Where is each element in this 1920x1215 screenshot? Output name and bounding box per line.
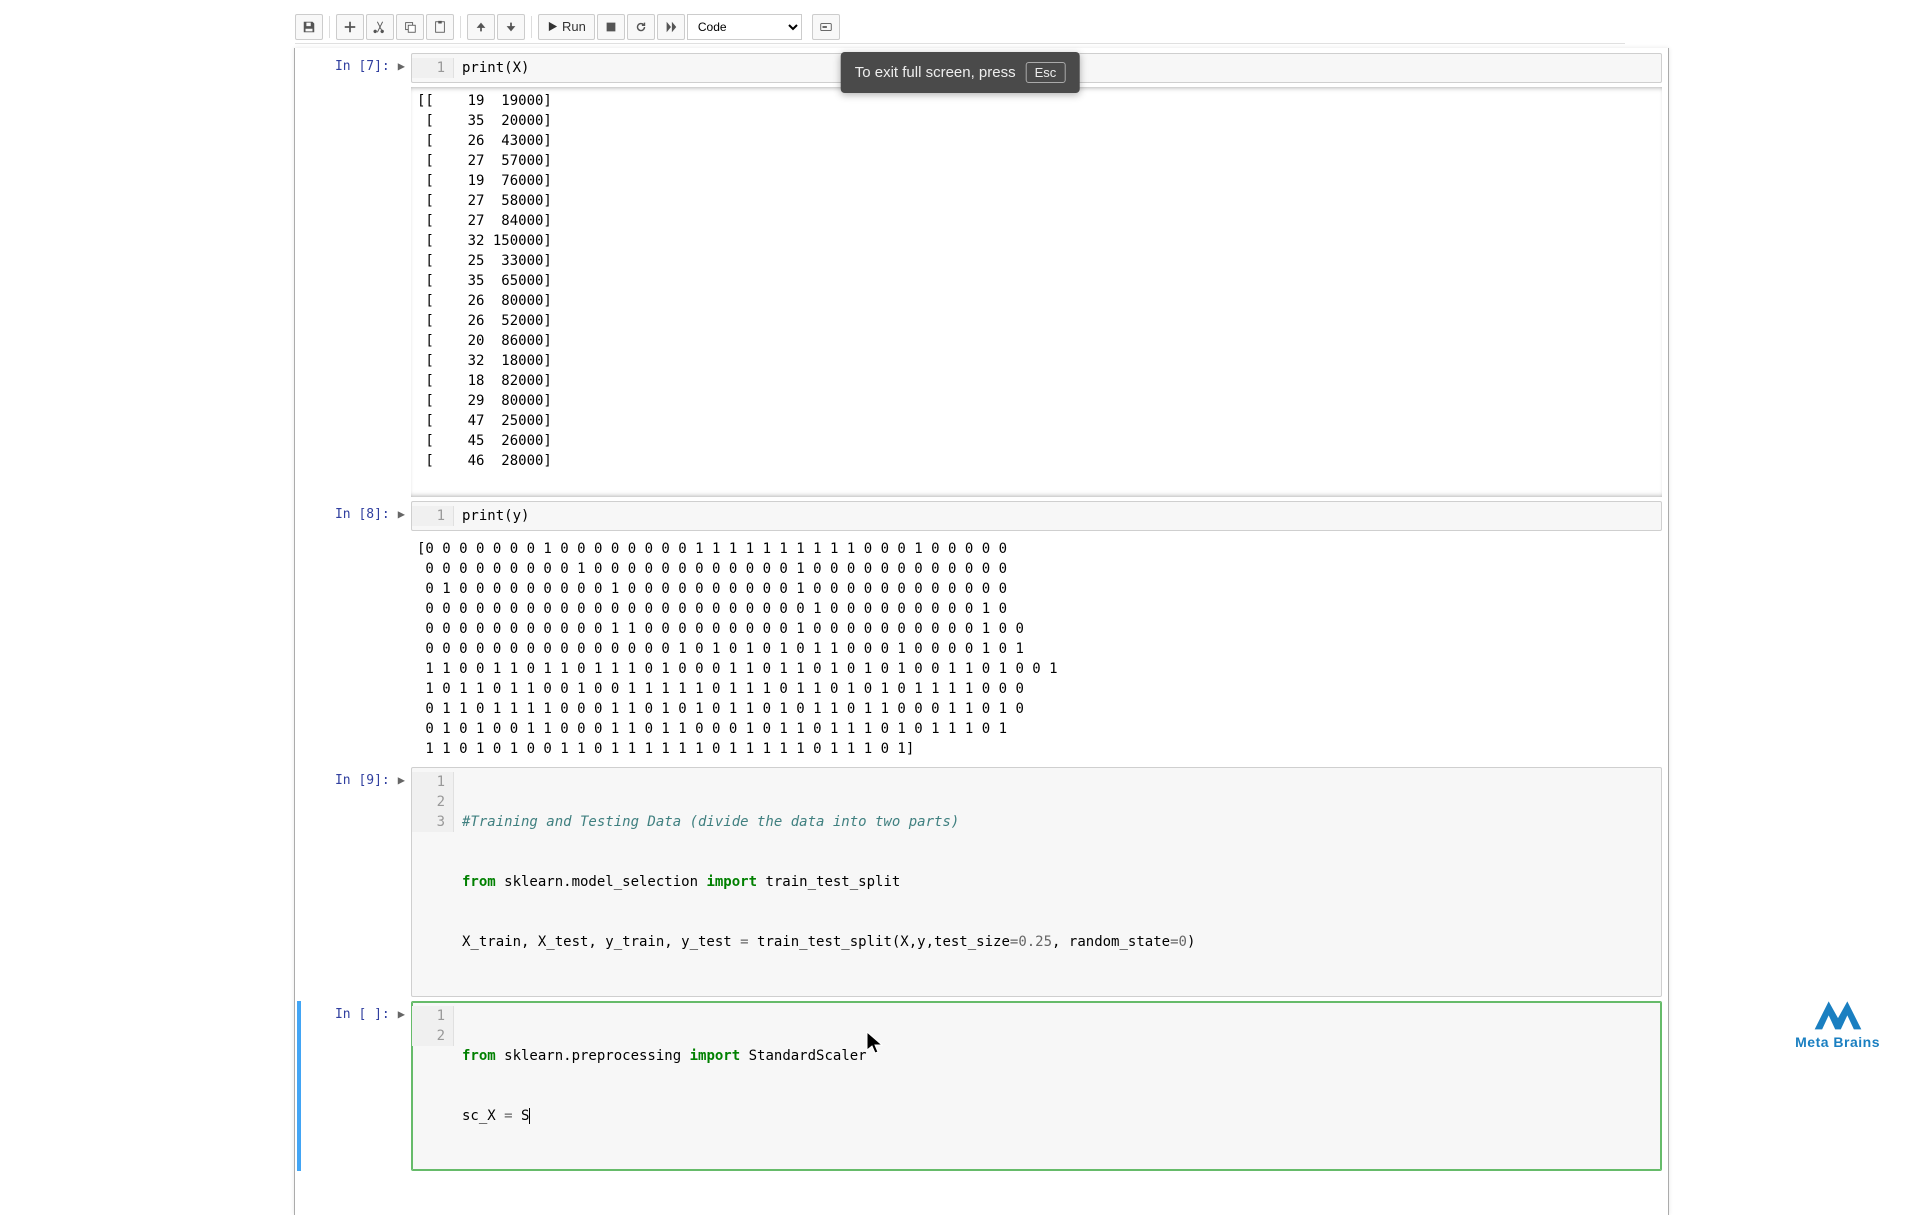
mouse-cursor-icon: [865, 1030, 885, 1059]
cell-prompt: In [8]:▶: [301, 501, 411, 522]
esc-key: Esc: [1026, 62, 1066, 83]
celltype-select[interactable]: Code: [687, 14, 802, 40]
code-cell[interactable]: In [9]:▶ 1 2 3 #Training and Testing Dat…: [301, 767, 1662, 997]
code-input[interactable]: 1 2 3 #Training and Testing Data (divide…: [411, 767, 1662, 997]
output-cell: . [0 0 0 0 0 0 0 1 0 0 0 0 0 0 0 0 1 1 1…: [301, 535, 1662, 763]
meta-brains-logo: Meta Brains: [1795, 992, 1880, 1050]
code-cell-active[interactable]: In [ ]:▶ 1 2 from sklearn.preprocessing …: [297, 1001, 1662, 1171]
save-button[interactable]: [295, 14, 323, 40]
command-palette-button[interactable]: [812, 14, 840, 40]
paste-cell-button[interactable]: [426, 14, 454, 40]
interrupt-button[interactable]: [597, 14, 625, 40]
code-input[interactable]: 1 2 from sklearn.preprocessing import St…: [411, 1001, 1662, 1171]
logo-text: Meta Brains: [1795, 1034, 1880, 1050]
output-text[interactable]: [[ 19 19000] [ 35 20000] [ 26 43000] [ 2…: [411, 87, 1662, 497]
copy-cell-button[interactable]: [396, 14, 424, 40]
cell-prompt: In [9]:▶: [301, 767, 411, 788]
fullscreen-tooltip: To exit full screen, press Esc: [841, 52, 1080, 93]
tooltip-text: To exit full screen, press: [855, 64, 1016, 81]
restart-run-all-button[interactable]: [657, 14, 685, 40]
run-cell-icon[interactable]: ▶: [398, 773, 405, 787]
cell-prompt: In [ ]:▶: [301, 1001, 411, 1022]
output-text: [0 0 0 0 0 0 0 1 0 0 0 0 0 0 0 0 1 1 1 1…: [411, 535, 1662, 763]
add-cell-button[interactable]: [336, 14, 364, 40]
restart-button[interactable]: [627, 14, 655, 40]
cut-cell-button[interactable]: [366, 14, 394, 40]
separator: [531, 16, 532, 38]
move-up-button[interactable]: [467, 14, 495, 40]
separator: [460, 16, 461, 38]
output-cell: . [[ 19 19000] [ 35 20000] [ 26 43000] […: [301, 87, 1662, 497]
run-label: Run: [562, 19, 586, 34]
run-cell-icon[interactable]: ▶: [398, 1007, 405, 1021]
run-cell-icon[interactable]: ▶: [398, 507, 405, 521]
run-cell-icon[interactable]: ▶: [398, 59, 405, 73]
notebook-container: In [7]:▶ 1 print(X) . [[ 19 19000] [ 35 …: [294, 48, 1669, 1215]
toolbar: Run Code: [295, 14, 1625, 44]
run-button[interactable]: Run: [538, 14, 595, 40]
move-down-button[interactable]: [497, 14, 525, 40]
cell-prompt: In [7]:▶: [301, 53, 411, 74]
separator: [329, 16, 330, 38]
code-input[interactable]: 1 print(y): [411, 501, 1662, 531]
code-cell[interactable]: In [8]:▶ 1 print(y): [301, 501, 1662, 531]
